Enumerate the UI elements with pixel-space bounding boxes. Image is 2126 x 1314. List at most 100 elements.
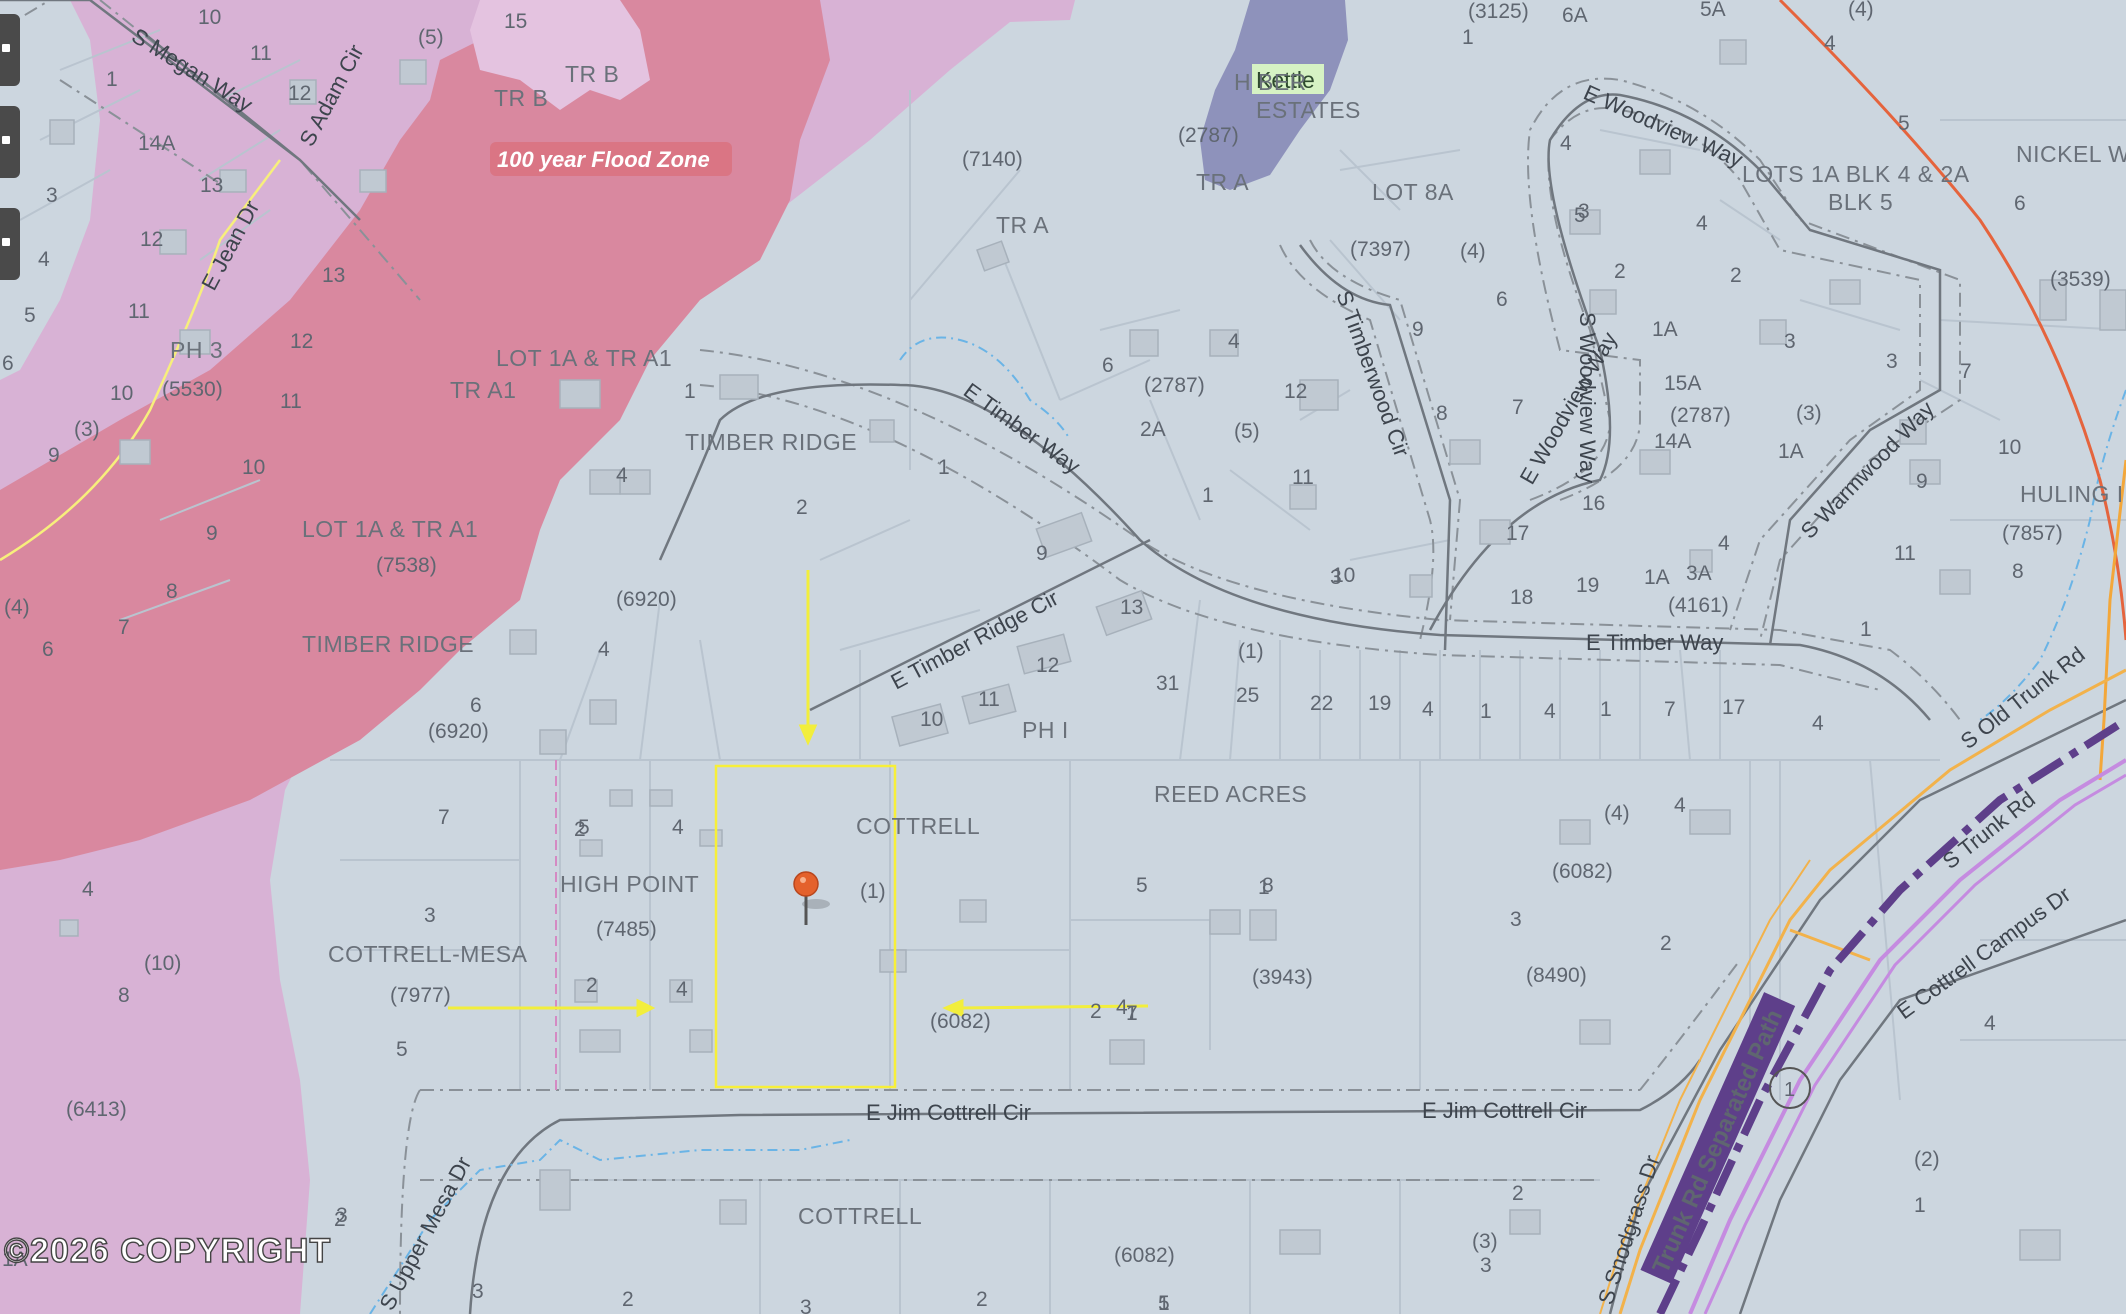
lot-number: 3 bbox=[800, 1296, 812, 1314]
lot-number: 5 bbox=[1136, 874, 1148, 897]
block-label: (10) bbox=[144, 952, 181, 975]
lot-number: 9 bbox=[206, 522, 218, 545]
subdivision-label: COTTRELL-MESA bbox=[328, 941, 528, 967]
subdivision-label: BLK 5 bbox=[1828, 189, 1893, 215]
lot-number: 14A bbox=[1654, 430, 1691, 453]
lot-number: 11 bbox=[280, 390, 302, 413]
plat-label: (6920) bbox=[428, 720, 489, 743]
lot-number: 4 bbox=[672, 816, 684, 839]
lot-number: 11 bbox=[1894, 542, 1916, 565]
lot-number: 4 bbox=[1560, 132, 1572, 155]
plat-label: (7977) bbox=[390, 984, 451, 1007]
road-label: E Jim Cottrell Cir bbox=[866, 1100, 1031, 1125]
lot-number: 12 bbox=[288, 82, 311, 105]
plat-label: (3125) bbox=[1468, 0, 1529, 23]
lot-number: 9 bbox=[1036, 542, 1048, 565]
plat-label: (6082) bbox=[1114, 1244, 1175, 1267]
block-label: (1) bbox=[860, 880, 886, 903]
block-label: (5) bbox=[1234, 420, 1260, 443]
block-label: (3) bbox=[74, 418, 100, 441]
lot-number: 13 bbox=[200, 174, 223, 197]
plat-label: (3539) bbox=[2050, 268, 2111, 291]
subdivision-label: COTTRELL bbox=[856, 813, 980, 839]
subdivision-label: COTTRELL bbox=[798, 1203, 922, 1229]
lot-number: 1A bbox=[1652, 318, 1678, 341]
map-control-button[interactable] bbox=[0, 106, 20, 178]
map-pin-icon[interactable] bbox=[793, 871, 830, 925]
subdivision-label: H BER bbox=[1234, 69, 1307, 95]
lot-number: 4 bbox=[598, 638, 610, 661]
lot-number: 4 bbox=[1696, 212, 1708, 235]
lot-number: 3 bbox=[1510, 908, 1522, 931]
lake bbox=[1200, 0, 1348, 190]
lot-number: 2 bbox=[1090, 1000, 1102, 1023]
lot-number: 7 bbox=[1664, 698, 1676, 721]
map-canvas[interactable]: 1 100 year Flood Zone Kettle TIMBER RIDG… bbox=[0, 0, 2126, 1314]
control-icon bbox=[2, 238, 10, 246]
subdivision-label: LOT 1A & TR A1 bbox=[496, 345, 672, 371]
plat-label: (7538) bbox=[376, 554, 437, 577]
lot-number: 11 bbox=[128, 300, 150, 323]
lot-number: 3 bbox=[424, 904, 436, 927]
lot-number: 6 bbox=[1102, 354, 1114, 377]
lot-number: 10 bbox=[110, 382, 133, 405]
lot-number: 1 bbox=[1860, 618, 1872, 641]
road-label: S Upper Mesa Dr bbox=[374, 1153, 476, 1314]
lot-number: 2 bbox=[976, 1288, 988, 1311]
map-control-button[interactable] bbox=[0, 14, 20, 86]
lot-number: 1 bbox=[1600, 698, 1612, 721]
lot-number: 1 bbox=[1258, 876, 1270, 899]
lot-number: 4 bbox=[1984, 1012, 1996, 1035]
subdivision-label: PH 3 bbox=[170, 337, 223, 363]
lot-number: 1 bbox=[1158, 1292, 1170, 1314]
lot-number: 8 bbox=[166, 580, 178, 603]
lot-number: 12 bbox=[1284, 380, 1307, 403]
block-label: (4) bbox=[1460, 240, 1486, 263]
plat-label: (8490) bbox=[1526, 964, 1587, 987]
lot-number: 11 bbox=[250, 42, 272, 65]
subdivision-label: TIMBER RIDGE bbox=[685, 429, 857, 455]
lot-number: 2 bbox=[796, 496, 808, 519]
lot-number: 3 bbox=[46, 184, 58, 207]
lot-number: 3 bbox=[1480, 1254, 1492, 1277]
lot-number: 4 bbox=[676, 978, 688, 1001]
lot-number: 4 bbox=[1116, 996, 1128, 1019]
plat-label: (2787) bbox=[1670, 404, 1731, 427]
lot-number: 2 bbox=[622, 1288, 634, 1311]
lot-number: 4 bbox=[38, 248, 50, 271]
plat-label: (6413) bbox=[66, 1098, 127, 1121]
block-label: (1) bbox=[1238, 640, 1264, 663]
lot-number: 3A bbox=[1686, 562, 1712, 585]
lot-number: 5A bbox=[1700, 0, 1726, 21]
lot-number: 5 bbox=[24, 304, 36, 327]
lot-number: 1 bbox=[1914, 1194, 1926, 1217]
lot-number: 4 bbox=[1228, 330, 1240, 353]
lot-number: 11 bbox=[978, 688, 1000, 711]
lot-number: 4 bbox=[82, 878, 94, 901]
lot-number: 9 bbox=[1916, 470, 1928, 493]
map-view[interactable]: 1 100 year Flood Zone Kettle TIMBER RIDG… bbox=[0, 0, 2126, 1314]
lot-number: 19 bbox=[1576, 574, 1599, 597]
subdivision-label: NICKEL W bbox=[2016, 141, 2126, 167]
subdivision-label: TR A1 bbox=[450, 377, 516, 403]
lot-number: 8 bbox=[118, 984, 130, 1007]
road-label: E Timber Ridge Cir bbox=[887, 585, 1063, 694]
lot-number: 3 bbox=[1886, 350, 1898, 373]
subdivision-label: HULING I bbox=[2020, 481, 2124, 507]
lot-number: 2A bbox=[1140, 418, 1166, 441]
lot-number: 1 bbox=[1462, 26, 1474, 49]
lot-number: 1A bbox=[1644, 566, 1670, 589]
lot-number: 11 bbox=[1292, 466, 1314, 489]
road-label: S Old Trunk Rd bbox=[1956, 642, 2090, 754]
lot-number: 19 bbox=[1368, 692, 1391, 715]
plat-label: (2787) bbox=[1178, 124, 1239, 147]
lot-number: 9 bbox=[48, 444, 60, 467]
map-control-button[interactable] bbox=[0, 208, 20, 280]
block-label: (2) bbox=[1914, 1148, 1940, 1171]
lot-number: 15 bbox=[504, 10, 527, 33]
block-label: (3) bbox=[1796, 402, 1822, 425]
lot-number: 15A bbox=[1664, 372, 1701, 395]
lot-number: 1 bbox=[1126, 1002, 1138, 1025]
subdivision-label: LOT 1A & TR A1 bbox=[302, 516, 478, 542]
lot-number: 2 bbox=[574, 818, 586, 841]
